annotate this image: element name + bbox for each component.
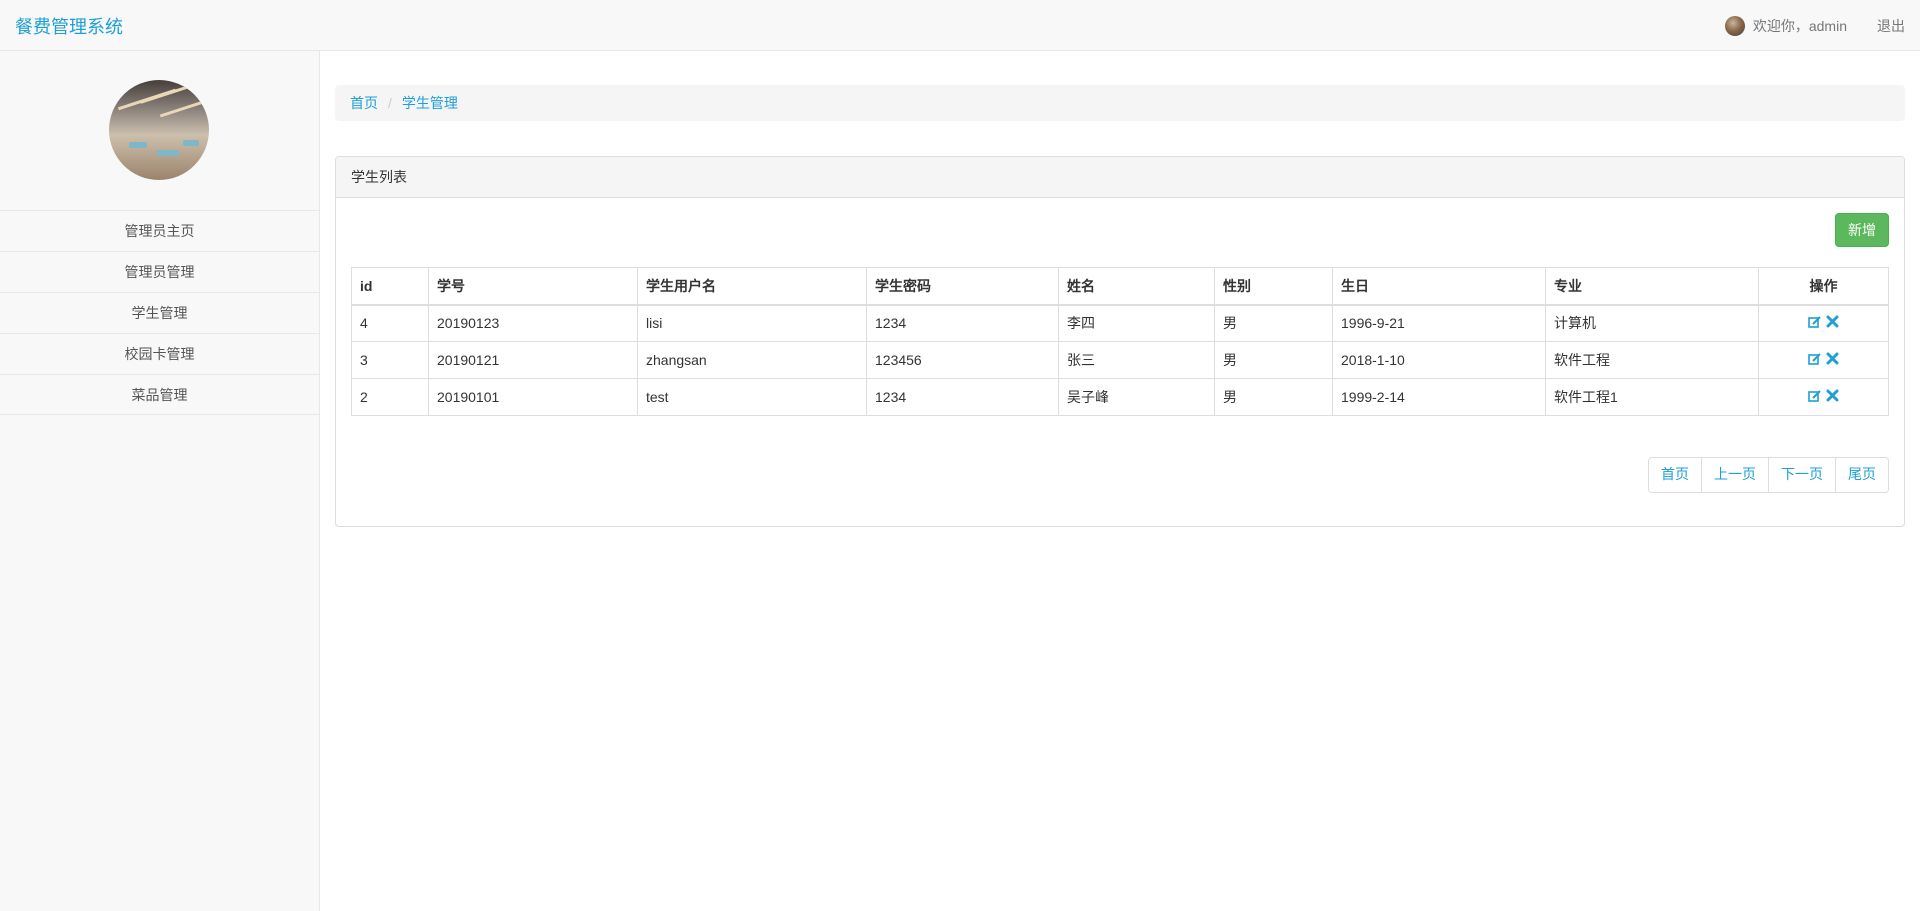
sidebar-item-campus-card-management[interactable]: 校园卡管理 [0, 333, 319, 374]
edit-icon[interactable] [1808, 352, 1822, 366]
page-last-button[interactable]: 尾页 [1836, 458, 1888, 492]
col-header-gender: 性别 [1214, 267, 1333, 306]
edit-icon[interactable] [1808, 389, 1822, 403]
table-row: 4 20190123 lisi 1234 李四 男 1996-9-21 计算机 [351, 304, 1889, 342]
sidebar-item-student-management[interactable]: 学生管理 [0, 292, 319, 333]
sidebar-item-dish-management[interactable]: 菜品管理 [0, 374, 319, 415]
cell-gender: 男 [1214, 378, 1333, 416]
cell-actions [1758, 304, 1889, 342]
sidebar: 管理员主页 管理员管理 学生管理 校园卡管理 菜品管理 [0, 51, 320, 911]
delete-icon[interactable] [1826, 389, 1839, 402]
table-row: 3 20190121 zhangsan 123456 张三 男 2018-1-1… [351, 341, 1889, 379]
cell-username: zhangsan [637, 341, 867, 379]
breadcrumb-home[interactable]: 首页 [350, 93, 378, 113]
cell-password: 123456 [866, 341, 1059, 379]
cell-student-no: 20190121 [428, 341, 638, 379]
sidebar-menu: 管理员主页 管理员管理 学生管理 校园卡管理 菜品管理 [0, 210, 319, 415]
delete-icon[interactable] [1826, 352, 1839, 365]
add-student-button[interactable]: 新增 [1835, 213, 1889, 247]
table-header-row: id 学号 学生用户名 学生密码 姓名 性别 生日 专业 操作 [351, 267, 1889, 306]
col-header-actions: 操作 [1758, 267, 1889, 306]
student-table: id 学号 学生用户名 学生密码 姓名 性别 生日 专业 操作 4 201901… [351, 267, 1889, 416]
col-header-name: 姓名 [1058, 267, 1215, 306]
cell-name: 李四 [1058, 304, 1215, 342]
sidebar-item-admin-home[interactable]: 管理员主页 [0, 210, 319, 251]
edit-icon[interactable] [1808, 315, 1822, 329]
sidebar-item-admin-management[interactable]: 管理员管理 [0, 251, 319, 292]
welcome-text: 欢迎你，admin [1752, 17, 1847, 34]
cell-birthday: 1999-2-14 [1332, 378, 1546, 416]
col-header-username: 学生用户名 [637, 267, 867, 306]
cell-name: 吴子峰 [1058, 378, 1215, 416]
cell-student-no: 20190123 [428, 304, 638, 342]
student-list-panel: 学生列表 新增 id 学号 学生用户名 学生密码 姓名 性别 生日 专业 操作 … [335, 156, 1905, 527]
page-prev-button[interactable]: 上一页 [1702, 458, 1769, 492]
app-title[interactable]: 餐费管理系统 [15, 13, 123, 39]
col-header-id: id [351, 267, 429, 306]
col-header-student-no: 学号 [428, 267, 638, 306]
cell-gender: 男 [1214, 304, 1333, 342]
cell-actions [1758, 341, 1889, 379]
welcome-area: 欢迎你，admin [1724, 15, 1847, 36]
cell-birthday: 2018-1-10 [1332, 341, 1546, 379]
delete-icon[interactable] [1826, 315, 1839, 328]
cell-username: test [637, 378, 867, 416]
cell-major: 计算机 [1545, 304, 1759, 342]
logout-link[interactable]: 退出 [1877, 16, 1905, 36]
page-next-button[interactable]: 下一页 [1769, 458, 1836, 492]
col-header-password: 学生密码 [866, 267, 1059, 306]
breadcrumb: 首页 / 学生管理 [335, 85, 1905, 121]
cell-id: 2 [351, 378, 429, 416]
cell-id: 3 [351, 341, 429, 379]
cell-actions [1758, 378, 1889, 416]
top-navbar: 餐费管理系统 欢迎你，admin 退出 [0, 0, 1920, 51]
cell-username: lisi [637, 304, 867, 342]
cell-name: 张三 [1058, 341, 1215, 379]
user-avatar [1724, 15, 1745, 36]
page-first-button[interactable]: 首页 [1649, 458, 1702, 492]
cell-major: 软件工程1 [1545, 378, 1759, 416]
col-header-birthday: 生日 [1332, 267, 1546, 306]
cell-password: 1234 [866, 304, 1059, 342]
panel-title: 学生列表 [336, 157, 1904, 198]
breadcrumb-separator: / [388, 95, 392, 111]
cell-id: 4 [351, 304, 429, 342]
cell-student-no: 20190101 [428, 378, 638, 416]
cell-password: 1234 [866, 378, 1059, 416]
cell-major: 软件工程 [1545, 341, 1759, 379]
breadcrumb-current[interactable]: 学生管理 [402, 93, 458, 113]
col-header-major: 专业 [1545, 267, 1759, 306]
cell-gender: 男 [1214, 341, 1333, 379]
cell-birthday: 1996-9-21 [1332, 304, 1546, 342]
table-row: 2 20190101 test 1234 吴子峰 男 1999-2-14 软件工… [351, 378, 1889, 416]
pagination: 首页 上一页 下一页 尾页 [1648, 457, 1889, 493]
nav-right: 欢迎你，admin 退出 [1724, 0, 1905, 51]
restaurant-avatar-image [109, 80, 209, 180]
